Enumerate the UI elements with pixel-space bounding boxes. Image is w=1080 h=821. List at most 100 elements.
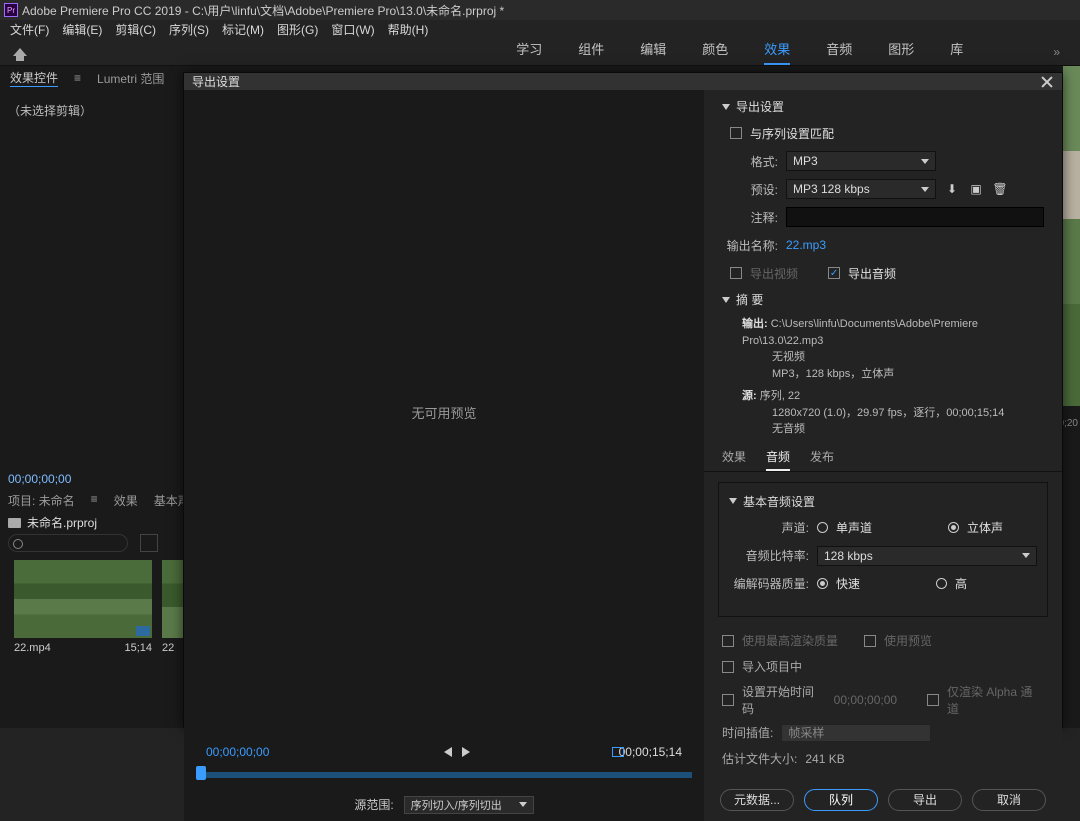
- preview-scrubber[interactable]: [184, 769, 704, 789]
- clip-thumbnail: [14, 560, 152, 638]
- nav-effects[interactable]: 效果: [764, 39, 790, 65]
- dialog-title: 导出设置: [192, 73, 240, 90]
- menu-bar: 文件(F) 编辑(E) 剪辑(C) 序列(S) 标记(M) 图形(G) 窗口(W…: [0, 20, 1080, 38]
- time-interp-value: 帧采样: [788, 724, 824, 741]
- menu-graphics[interactable]: 图形(G): [277, 21, 318, 38]
- output-name-link[interactable]: 22.mp3: [786, 238, 826, 252]
- project-filename: 未命名.prproj: [27, 514, 97, 531]
- program-monitor-sliver: [1063, 66, 1080, 406]
- start-tc-value: 00;00;00;00: [834, 693, 897, 707]
- nav-learn[interactable]: 学习: [516, 39, 542, 65]
- menu-clip[interactable]: 剪辑(C): [115, 21, 156, 38]
- alpha-only-label: 仅渲染 Alpha 通道: [947, 683, 1044, 717]
- summary-heading: 摘 要: [736, 291, 763, 308]
- audio-bitrate-select[interactable]: 128 kbps: [817, 546, 1037, 566]
- new-bin-button[interactable]: [140, 534, 158, 552]
- export-audio-checkbox[interactable]: [828, 267, 840, 279]
- time-interp-label: 时间插值:: [722, 724, 773, 741]
- bottom-options: 使用最高渲染质量 使用预览 导入项目中 设置开始时间码 00;00;00;00 …: [704, 627, 1062, 779]
- playhead[interactable]: [196, 766, 206, 780]
- clip-name: 22.mp4: [14, 642, 51, 654]
- import-project-checkbox[interactable]: [722, 661, 734, 673]
- fast-radio[interactable]: [817, 578, 828, 589]
- home-button[interactable]: [6, 38, 34, 66]
- max-render-checkbox: [722, 635, 734, 647]
- max-render-label: 使用最高渲染质量: [742, 632, 838, 649]
- next-frame-button[interactable]: [462, 747, 470, 757]
- menu-edit[interactable]: 编辑(E): [62, 21, 102, 38]
- tab-effects-panel[interactable]: 效果: [114, 492, 138, 509]
- twist-icon[interactable]: [722, 104, 730, 110]
- cancel-button[interactable]: 取消: [972, 789, 1046, 811]
- video-badge-icon: [136, 626, 150, 636]
- export-video-label: 导出视频: [750, 265, 798, 282]
- summary-block: 输出: C:\Users\linfu\Documents\Adobe\Premi…: [722, 316, 1044, 438]
- clip-name: 22: [162, 642, 174, 654]
- comment-input[interactable]: [786, 207, 1044, 227]
- high-radio[interactable]: [936, 578, 947, 589]
- preset-select[interactable]: MP3 128 kbps: [786, 179, 936, 199]
- nav-assembly[interactable]: 组件: [578, 39, 604, 65]
- tab-lumetri[interactable]: Lumetri 范围: [97, 70, 164, 87]
- import-project-label: 导入项目中: [742, 658, 802, 675]
- save-preset-button[interactable]: ⬇: [944, 181, 960, 197]
- bin-item[interactable]: 22.mp415;14: [14, 560, 152, 654]
- export-settings-dialog: 导出设置 无可用预览 00;00;00;00 00;00;15;14 源范围:: [183, 72, 1063, 728]
- preview-in-time[interactable]: 00;00;00;00: [206, 745, 269, 759]
- tab-publish[interactable]: 发布: [810, 448, 834, 471]
- nav-graphics[interactable]: 图形: [888, 39, 914, 65]
- preview-pane: 无可用预览 00;00;00;00 00;00;15;14 源范围: 序列切入/…: [184, 90, 704, 821]
- channels-label: 声道:: [729, 519, 809, 536]
- stereo-radio[interactable]: [948, 522, 959, 533]
- menu-help[interactable]: 帮助(H): [388, 21, 429, 38]
- source-range-value: 序列切入/序列切出: [411, 797, 502, 813]
- nav-color[interactable]: 颜色: [702, 39, 728, 65]
- est-size-label: 估计文件大小:: [722, 750, 797, 767]
- codec-quality-label: 编解码器质量:: [729, 575, 809, 592]
- source-range-select[interactable]: 序列切入/序列切出: [404, 796, 534, 814]
- tab-effects[interactable]: 效果: [722, 448, 746, 471]
- set-start-tc-label: 设置开始时间码: [742, 683, 826, 717]
- export-video-checkbox: [730, 267, 742, 279]
- tab-audio[interactable]: 音频: [766, 448, 790, 471]
- format-label: 格式:: [722, 153, 778, 170]
- source-timecode: 00;00;00;00: [8, 472, 71, 486]
- preview-out-time[interactable]: 00;00;15;14: [619, 745, 682, 759]
- nav-audio[interactable]: 音频: [826, 39, 852, 65]
- prev-frame-button[interactable]: [444, 747, 452, 757]
- tab-effect-controls[interactable]: 效果控件: [10, 69, 58, 87]
- chevron-down-icon: [1022, 553, 1030, 558]
- menu-sequence[interactable]: 序列(S): [169, 21, 209, 38]
- tab-project[interactable]: 项目: 未命名: [8, 492, 75, 509]
- project-search-input[interactable]: [8, 534, 128, 552]
- close-button[interactable]: [1040, 75, 1054, 89]
- alpha-only-checkbox: [927, 694, 939, 706]
- settings-pane: 导出设置 与序列设置匹配 格式: MP3 预设: MP3 128 kbps ⬇ …: [704, 90, 1062, 821]
- metadata-button[interactable]: 元数据...: [720, 789, 794, 811]
- est-size-value: 241 KB: [805, 752, 844, 766]
- nav-libraries[interactable]: 库: [950, 39, 963, 65]
- folder-icon: [8, 518, 21, 528]
- import-preset-button[interactable]: ▣: [968, 181, 984, 197]
- match-sequence-checkbox[interactable]: [730, 127, 742, 139]
- menu-markers[interactable]: 标记(M): [222, 21, 264, 38]
- export-audio-label: 导出音频: [848, 265, 896, 282]
- menu-file[interactable]: 文件(F): [10, 21, 49, 38]
- nav-more[interactable]: »: [1053, 45, 1060, 59]
- crop-icon[interactable]: [612, 747, 624, 757]
- twist-icon[interactable]: [722, 297, 730, 303]
- set-start-tc-checkbox[interactable]: [722, 694, 734, 706]
- chevron-down-icon: [921, 187, 929, 192]
- delete-preset-button[interactable]: 🗑: [992, 181, 1008, 197]
- nav-edit[interactable]: 编辑: [640, 39, 666, 65]
- home-icon: [13, 48, 27, 56]
- export-button[interactable]: 导出: [888, 789, 962, 811]
- twist-icon[interactable]: [729, 498, 737, 504]
- format-value: MP3: [793, 154, 818, 168]
- output-name-label: 输出名称:: [722, 237, 778, 254]
- queue-button[interactable]: 队列: [804, 789, 878, 811]
- format-select[interactable]: MP3: [786, 151, 936, 171]
- time-interp-select: 帧采样: [781, 724, 931, 742]
- mono-radio[interactable]: [817, 522, 828, 533]
- menu-window[interactable]: 窗口(W): [331, 21, 374, 38]
